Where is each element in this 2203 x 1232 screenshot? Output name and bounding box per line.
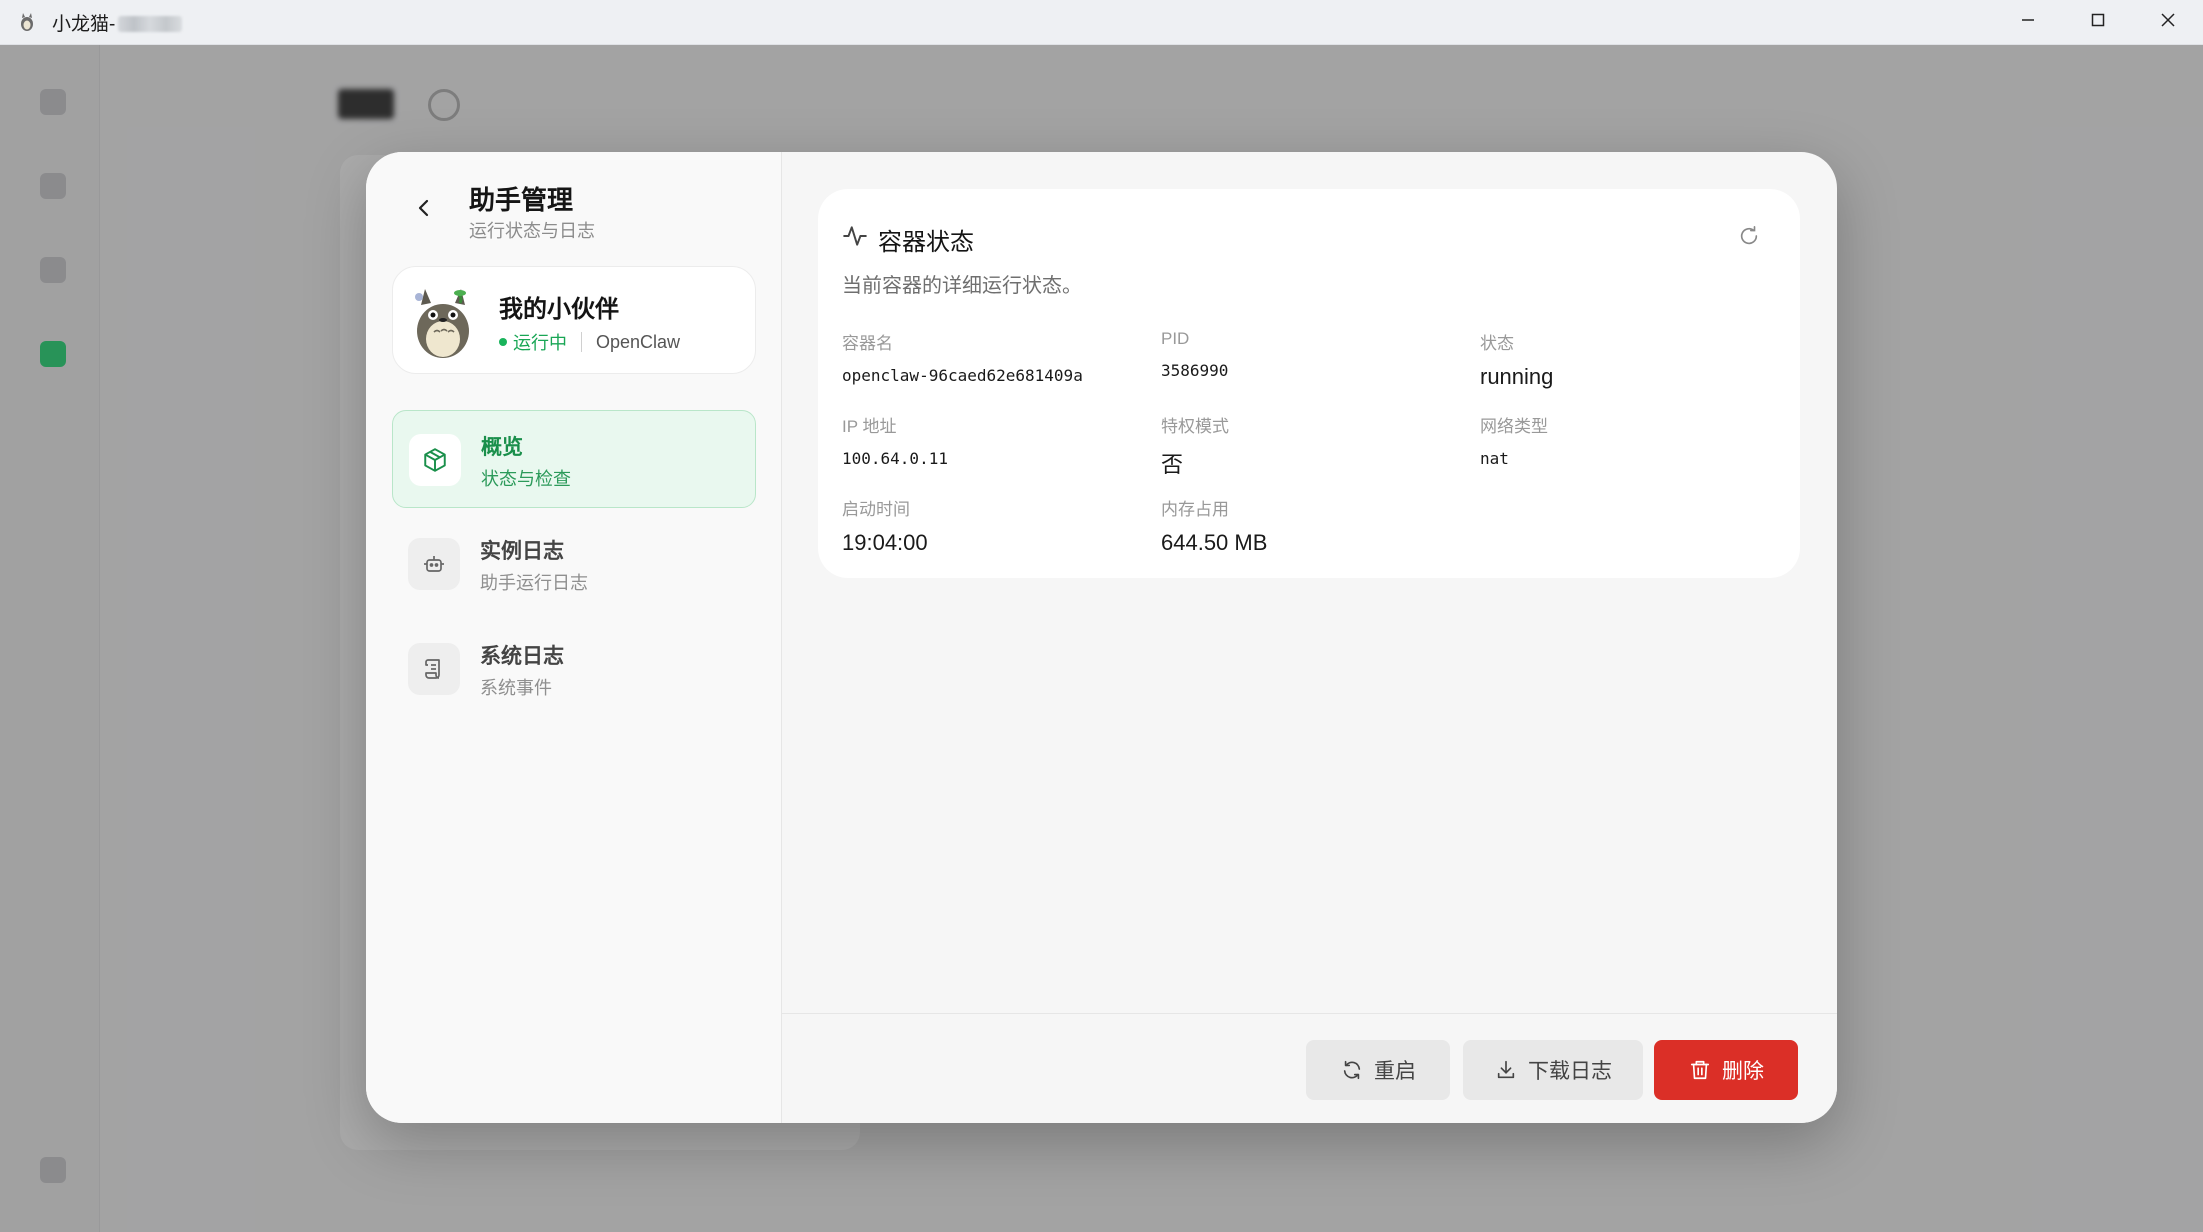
field-value: openclaw-96caed62e681409a — [842, 366, 1083, 385]
activity-icon — [842, 223, 868, 249]
field-network: 网络类型 nat — [1480, 412, 1548, 468]
nav-item-label: 概览 — [481, 436, 523, 459]
modal-content: 容器状态 当前容器的详细运行状态。 容器名 openclaw-96caed62e… — [782, 152, 1837, 1123]
app-logo-icon — [16, 11, 38, 33]
nav-item-sublabel: 状态与检查 — [481, 469, 571, 489]
status-divider — [581, 332, 582, 352]
field-value: nat — [1480, 449, 1509, 468]
window-title: 小龙猫- — [52, 9, 183, 36]
minimize-icon — [2020, 12, 2036, 33]
restart-button[interactable]: 重启 — [1306, 1040, 1450, 1100]
chevron-left-icon — [413, 197, 435, 224]
nav-item-instance-logs[interactable]: 实例日志 助手运行日志 — [392, 515, 756, 613]
nav-item-label: 实例日志 — [480, 540, 564, 563]
field-ip: IP 地址 100.64.0.11 — [842, 412, 948, 468]
close-icon — [2160, 12, 2176, 33]
download-icon — [1494, 1058, 1518, 1082]
field-value: running — [1480, 364, 1554, 389]
nav-item-label: 系统日志 — [480, 645, 564, 668]
field-value: 3586990 — [1161, 361, 1229, 380]
download-logs-label: 下载日志 — [1528, 1060, 1612, 1083]
nav-item-sublabel: 系统事件 — [480, 678, 552, 698]
modal-sidebar: 助手管理 运行状态与日志 我的小伙伴 运行中 OpenClaw 概览 状态与检查… — [366, 152, 782, 1123]
maximize-icon — [2090, 12, 2106, 33]
nav-item-sublabel: 助手运行日志 — [480, 573, 588, 593]
card-title: 容器状态 — [878, 229, 974, 256]
delete-button[interactable]: 删除 — [1654, 1040, 1798, 1100]
download-logs-button[interactable]: 下载日志 — [1463, 1040, 1643, 1100]
field-value: 644.50 MB — [1161, 530, 1268, 555]
maximize-button[interactable] — [2063, 0, 2133, 45]
card-description: 当前容器的详细运行状态。 — [842, 275, 1082, 297]
restart-label: 重启 — [1374, 1060, 1416, 1083]
status-dot-icon — [499, 338, 507, 346]
refresh-icon[interactable] — [1738, 225, 1762, 249]
field-label: 状态 — [1480, 334, 1514, 353]
back-button[interactable] — [406, 192, 442, 228]
assistant-manager-modal: 助手管理 运行状态与日志 我的小伙伴 运行中 OpenClaw 概览 状态与检查… — [366, 152, 1837, 1123]
manager-subtitle: 运行状态与日志 — [469, 221, 595, 241]
field-start-time: 启动时间 19:04:00 — [842, 495, 928, 556]
assistant-profile-card: 我的小伙伴 运行中 OpenClaw — [392, 266, 756, 374]
status-badge: 运行中 — [513, 333, 567, 353]
product-name: OpenClaw — [596, 331, 681, 352]
close-window-button[interactable] — [2133, 0, 2203, 45]
field-label: 启动时间 — [842, 500, 910, 519]
field-value: 100.64.0.11 — [842, 449, 948, 468]
manager-title: 助手管理 — [469, 185, 574, 215]
restart-icon — [1340, 1058, 1364, 1082]
field-value: 19:04:00 — [842, 530, 928, 555]
field-label: IP 地址 — [842, 417, 897, 436]
title-bar: 小龙猫- — [0, 0, 2203, 45]
scroll-icon — [408, 643, 460, 695]
minimize-button[interactable] — [1993, 0, 2063, 45]
robot-icon — [408, 538, 460, 590]
field-state: 状态 running — [1480, 329, 1553, 390]
field-label: 特权模式 — [1161, 417, 1229, 436]
field-label: PID — [1161, 329, 1190, 348]
avatar — [407, 287, 479, 359]
container-status-card: 容器状态 当前容器的详细运行状态。 容器名 openclaw-96caed62e… — [818, 189, 1800, 578]
delete-label: 删除 — [1722, 1060, 1764, 1083]
modal-footer: 重启 下载日志 删除 — [782, 1013, 1837, 1123]
field-container-name: 容器名 openclaw-96caed62e681409a — [842, 329, 1083, 385]
assistant-status-row: 运行中 OpenClaw — [499, 329, 680, 355]
nav-item-overview[interactable]: 概览 状态与检查 — [392, 410, 756, 508]
field-label: 网络类型 — [1480, 417, 1548, 436]
field-privileged: 特权模式 否 — [1161, 412, 1229, 479]
assistant-name: 我的小伙伴 — [499, 296, 619, 323]
field-value: 否 — [1161, 452, 1184, 477]
nav-item-system-logs[interactable]: 系统日志 系统事件 — [392, 620, 756, 718]
cube-icon — [409, 434, 461, 486]
field-pid: PID 3586990 — [1161, 329, 1228, 380]
field-label: 内存占用 — [1161, 500, 1229, 519]
field-label: 容器名 — [842, 334, 893, 353]
trash-icon — [1688, 1058, 1712, 1082]
field-memory: 内存占用 644.50 MB — [1161, 495, 1267, 556]
